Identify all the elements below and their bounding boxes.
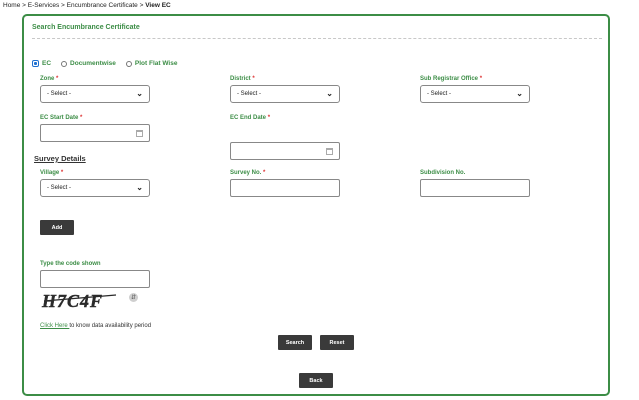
sro-label: Sub Registrar Office * bbox=[420, 76, 483, 82]
radio-documentwise-label: Documentwise bbox=[70, 60, 116, 67]
radio-unselected-icon bbox=[125, 60, 132, 67]
required-mark: * bbox=[267, 115, 271, 121]
radio-plot-flat-wise-label: Plot Flat Wise bbox=[134, 60, 178, 67]
search-button[interactable]: Search bbox=[278, 335, 312, 350]
required-mark: * bbox=[479, 76, 483, 82]
breadcrumb-ec[interactable]: Encumbrance Certificate bbox=[67, 2, 138, 9]
panel-divider bbox=[32, 38, 602, 39]
ec-start-date-input[interactable] bbox=[40, 124, 150, 142]
refresh-captcha-icon[interactable]: ⇵ bbox=[129, 293, 138, 302]
chevron-down-icon: ⌄ bbox=[136, 183, 143, 192]
radio-selected-icon bbox=[32, 60, 39, 67]
captcha-input[interactable] bbox=[40, 270, 150, 288]
district-select[interactable]: - Select - ⌄ bbox=[230, 85, 340, 103]
village-label: Village * bbox=[40, 170, 64, 176]
radio-ec[interactable]: EC bbox=[32, 60, 51, 67]
captcha-label: Type the code shown bbox=[40, 261, 101, 267]
data-availability-text: to know data availability period bbox=[69, 323, 152, 329]
ec-end-date-input[interactable] bbox=[230, 142, 340, 160]
calendar-icon[interactable] bbox=[136, 130, 143, 137]
district-label: District * bbox=[230, 76, 255, 82]
required-mark: * bbox=[252, 76, 255, 82]
ec-start-date-label: EC Start Date * bbox=[40, 115, 83, 121]
panel-title: Search Encumbrance Certificate bbox=[32, 24, 140, 31]
survey-no-label: Survey No. * bbox=[230, 170, 266, 176]
radio-unselected-icon bbox=[61, 60, 68, 67]
zone-label: Zone * bbox=[40, 76, 59, 82]
district-select-value: - Select - bbox=[237, 91, 262, 97]
search-ec-panel: Search Encumbrance Certificate EC Docume… bbox=[22, 14, 610, 396]
search-type-radio-group: EC Documentwise Plot Flat Wise bbox=[32, 60, 187, 67]
chevron-down-icon: ⌄ bbox=[516, 89, 523, 98]
zone-select[interactable]: - Select - ⌄ bbox=[40, 85, 150, 103]
required-mark: * bbox=[60, 170, 64, 176]
sro-select[interactable]: - Select - ⌄ bbox=[420, 85, 530, 103]
breadcrumb-eservices[interactable]: E-Services bbox=[28, 2, 59, 9]
required-mark: * bbox=[80, 115, 83, 121]
breadcrumb: Home > E-Services > Encumbrance Certific… bbox=[3, 2, 171, 9]
required-mark: * bbox=[263, 170, 266, 176]
breadcrumb-separator: > bbox=[20, 2, 28, 9]
breadcrumb-separator: > bbox=[59, 2, 67, 9]
data-availability-note: Click Here to know data availability per… bbox=[40, 323, 151, 329]
sro-select-value: - Select - bbox=[427, 91, 452, 97]
breadcrumb-home[interactable]: Home bbox=[3, 2, 20, 9]
ec-end-date-label: EC End Date * bbox=[230, 115, 271, 121]
calendar-icon[interactable] bbox=[326, 148, 333, 155]
reset-button[interactable]: Reset bbox=[320, 335, 354, 350]
survey-no-input[interactable] bbox=[230, 179, 340, 197]
captcha-image: H7C4F bbox=[41, 291, 117, 310]
village-select-value: - Select - bbox=[47, 185, 72, 191]
click-here-link[interactable]: Click Here bbox=[40, 323, 69, 329]
add-button[interactable]: Add bbox=[40, 220, 74, 235]
radio-ec-label: EC bbox=[42, 60, 52, 67]
radio-plot-flat-wise[interactable]: Plot Flat Wise bbox=[125, 60, 178, 67]
breadcrumb-current: View EC bbox=[145, 2, 171, 9]
zone-select-value: - Select - bbox=[47, 91, 72, 97]
chevron-down-icon: ⌄ bbox=[326, 89, 333, 98]
chevron-down-icon: ⌄ bbox=[136, 89, 143, 98]
back-button[interactable]: Back bbox=[299, 373, 333, 388]
subdivision-no-input[interactable] bbox=[420, 179, 530, 197]
required-mark: * bbox=[56, 76, 59, 82]
radio-documentwise[interactable]: Documentwise bbox=[61, 60, 116, 67]
village-select[interactable]: - Select - ⌄ bbox=[40, 179, 150, 197]
survey-details-title: Survey Details bbox=[34, 154, 86, 163]
subdivision-no-label: Subdivision No. bbox=[420, 170, 466, 176]
